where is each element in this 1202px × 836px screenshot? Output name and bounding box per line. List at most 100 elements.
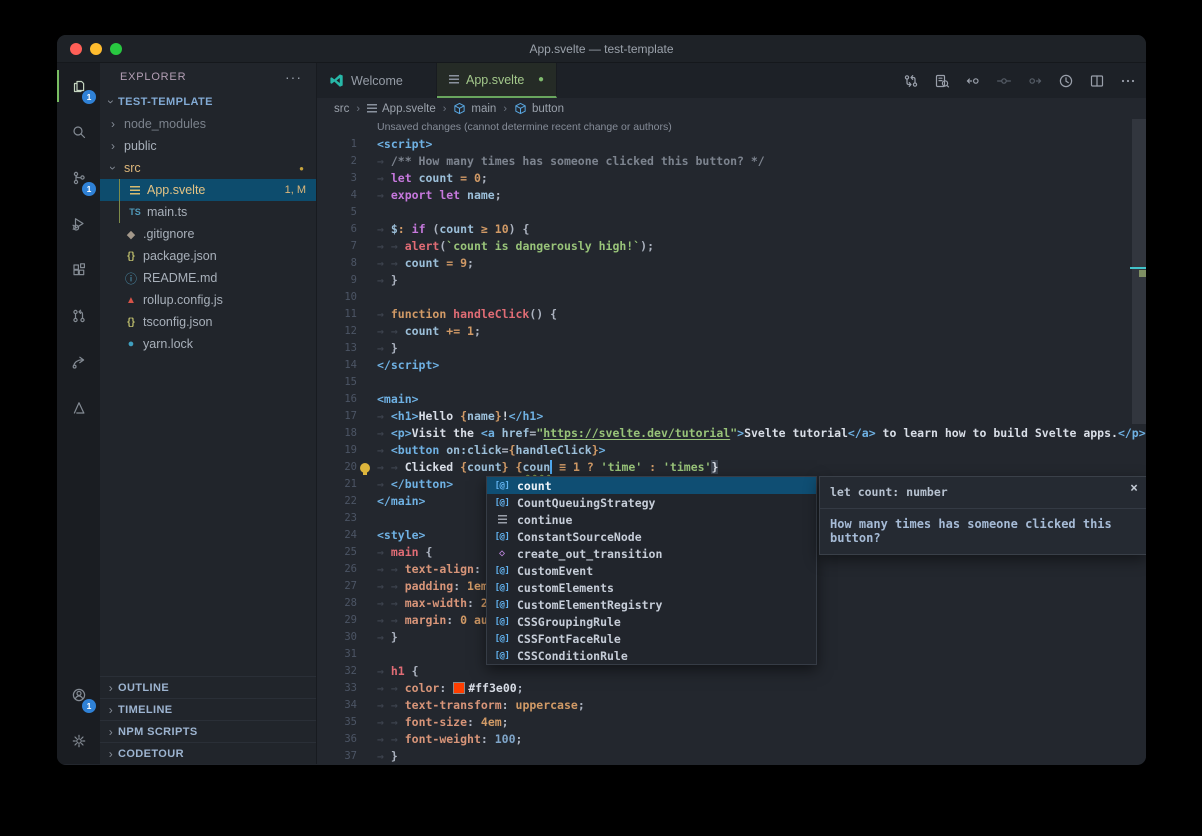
breadcrumb: src›App.svelte›main›button (317, 98, 1146, 119)
line-number: 3 (317, 170, 357, 187)
breadcrumb-main[interactable]: main (453, 102, 496, 115)
activity-bar-item-live-share[interactable] (57, 339, 100, 385)
next-change-icon[interactable] (1027, 73, 1043, 89)
suggestion-item-continue[interactable]: continue (487, 511, 816, 528)
json-file-icon: {} (123, 317, 139, 328)
suggestion-item-CustomEvent[interactable]: [@]CustomEvent (487, 562, 816, 579)
minimize-window-button[interactable] (90, 43, 102, 55)
file-history-icon[interactable] (1058, 73, 1074, 89)
suggestion-item-ConstantSourceNode[interactable]: [@]ConstantSourceNode (487, 528, 816, 545)
tree-item-yarn.lock[interactable]: ●yarn.lock (100, 333, 316, 355)
sidebar-panel-timeline[interactable]: ›TIMELINE (100, 698, 316, 720)
suggestion-item-CountQueuingStrategy[interactable]: [@]CountQueuingStrategy (487, 494, 816, 511)
previous-change-icon[interactable] (965, 73, 981, 89)
compare-changes-icon[interactable] (903, 73, 919, 89)
glyph-margin (357, 697, 377, 714)
activity-bar-item-source-control[interactable]: 1 (57, 155, 100, 201)
activity-bar-item-settings[interactable] (57, 718, 100, 764)
window-controls (70, 43, 122, 55)
sidebar-panel-npm-scripts[interactable]: ›NPM SCRIPTS (100, 720, 316, 742)
breadcrumb-button[interactable]: button (514, 102, 564, 115)
line-number: 6 (317, 221, 357, 238)
activity-bar-item-explorer[interactable]: 1 (57, 63, 100, 109)
suggestion-item-CustomElementRegistry[interactable]: [@]CustomElementRegistry (487, 596, 816, 613)
tree-item-label: README.md (143, 271, 217, 285)
tree-item-src[interactable]: ›src● (100, 157, 316, 179)
glyph-margin (357, 374, 377, 391)
suggestion-label: continue (517, 513, 572, 527)
open-preview-icon[interactable] (934, 73, 950, 89)
split-editor-icon[interactable] (1089, 73, 1105, 89)
glyph-margin (357, 238, 377, 255)
code-line: 12→ → count += 1; (317, 323, 1146, 340)
activity-bar-item-run-debug[interactable] (57, 201, 100, 247)
tree-item-package.json[interactable]: {}package.json (100, 245, 316, 267)
lightbulb-icon[interactable] (360, 463, 370, 473)
glyph-margin (357, 408, 377, 425)
suggestion-item-customElements[interactable]: [@]customElements (487, 579, 816, 596)
code-lines: 1<script>2→ /** How many times has someo… (317, 136, 1146, 764)
tab-app-svelte[interactable]: App.svelte● (437, 63, 557, 98)
close-window-button[interactable] (70, 43, 82, 55)
tree-item-public[interactable]: ›public (100, 135, 316, 157)
glyph-margin (357, 493, 377, 510)
suggestion-item-CSSGroupingRule[interactable]: [@]CSSGroupingRule (487, 613, 816, 630)
tree-item-README.md[interactable]: ⓘ README.md (100, 267, 316, 289)
line-number: 34 (317, 697, 357, 714)
info-file-icon: ⓘ (123, 270, 139, 287)
chevron-right-icon: › (104, 703, 118, 717)
more-actions-icon[interactable] (1120, 73, 1136, 89)
line-number: 1 (317, 136, 357, 153)
sidebar-panel-codetour[interactable]: ›CODETOUR (100, 742, 316, 764)
yarn-file-icon: ● (123, 338, 139, 350)
glyph-margin (357, 340, 377, 357)
line-number: 17 (317, 408, 357, 425)
ts-file-icon: TS (127, 207, 143, 217)
tab-welcome[interactable]: Welcome (317, 63, 437, 98)
breadcrumb-src[interactable]: src (334, 103, 349, 115)
symbol-variable-icon: [@] (493, 651, 511, 661)
tree-item-main.ts[interactable]: TSmain.ts (100, 201, 316, 223)
tree-section-header[interactable]: › TEST-TEMPLATE (100, 91, 316, 113)
code-line: 15 (317, 374, 1146, 391)
current-change-icon[interactable] (996, 73, 1012, 89)
codelens-unsaved-changes[interactable]: Unsaved changes (cannot determine recent… (317, 119, 1146, 136)
code-editor[interactable]: Unsaved changes (cannot determine recent… (317, 119, 1146, 764)
tree-item-.gitignore[interactable]: ◆.gitignore (100, 223, 316, 245)
sidebar: EXPLORER ··· › TEST-TEMPLATE ›node_modul… (100, 63, 316, 764)
line-number: 11 (317, 306, 357, 323)
chevron-right-icon: › (104, 725, 118, 739)
glyph-margin (357, 442, 377, 459)
vscode-window: App.svelte — test-template 111 EXPLORER … (57, 35, 1146, 765)
tree-item-node_modules[interactable]: ›node_modules (100, 113, 316, 135)
zoom-window-button[interactable] (110, 43, 122, 55)
sidebar-panel-outline[interactable]: ›OUTLINE (100, 676, 316, 698)
line-number: 28 (317, 595, 357, 612)
tree-item-tsconfig.json[interactable]: {}tsconfig.json (100, 311, 316, 333)
glyph-margin (357, 714, 377, 731)
tree-item-App.svelte[interactable]: App.svelte1, M (100, 179, 316, 201)
color-swatch[interactable] (454, 683, 464, 693)
suggestion-item-CSSConditionRule[interactable]: [@]CSSConditionRule (487, 647, 816, 664)
glyph-margin (357, 425, 377, 442)
activity-badge: 1 (82, 699, 96, 713)
line-number: 13 (317, 340, 357, 357)
activity-bar-item-accounts[interactable]: 1 (57, 672, 100, 718)
activity-bar-item-search[interactable] (57, 109, 100, 155)
breadcrumb-app-svelte[interactable]: App.svelte (367, 103, 436, 115)
titlebar[interactable]: App.svelte — test-template (57, 35, 1146, 63)
suggestion-item-count[interactable]: [@]count (487, 477, 816, 494)
activity-bar-item-github-pull-request[interactable] (57, 293, 100, 339)
line-number: 19 (317, 442, 357, 459)
suggestion-item-CSSFontFaceRule[interactable]: [@]CSSFontFaceRule (487, 630, 816, 647)
breadcrumb-label: button (532, 103, 564, 115)
activity-bar-item-azure[interactable] (57, 385, 100, 431)
line-number: 2 (317, 153, 357, 170)
glyph-margin (357, 527, 377, 544)
close-icon[interactable]: × (1130, 481, 1138, 496)
code-line: 2→ /** How many times has someone clicke… (317, 153, 1146, 170)
more-actions-icon[interactable]: ··· (285, 69, 302, 85)
suggestion-item-create_out_transition[interactable]: ◇create_out_transition (487, 545, 816, 562)
tree-item-rollup.config.js[interactable]: ▲rollup.config.js (100, 289, 316, 311)
activity-bar-item-extensions[interactable] (57, 247, 100, 293)
